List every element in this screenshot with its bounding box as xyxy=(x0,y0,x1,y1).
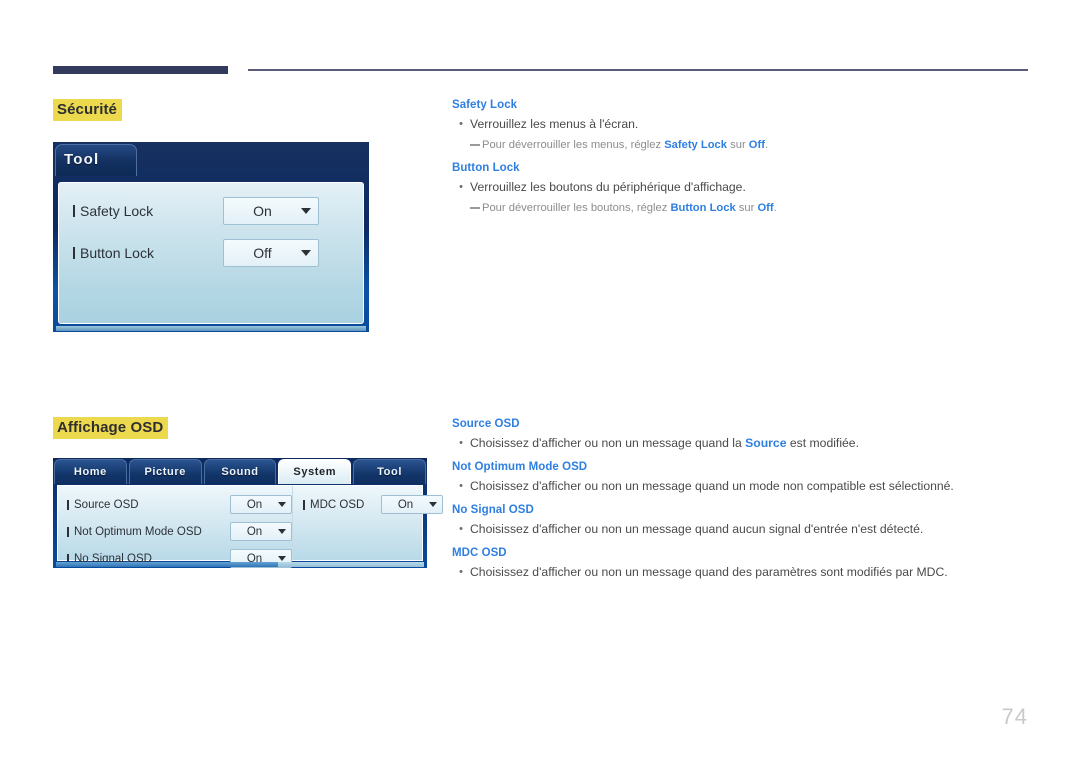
osd-value-safety-lock: On xyxy=(253,203,272,219)
page-title-affichage-osd: Affichage OSD xyxy=(53,417,169,439)
bullet-text-no-signal-osd: Choisissez d'afficher ou non un message … xyxy=(470,522,924,536)
osd-scrollbar-thumb[interactable] xyxy=(56,562,278,567)
osd-label-safety-lock: Safety Lock xyxy=(73,203,223,219)
note-button-bold-2: Off xyxy=(757,202,774,214)
note-safety-bold-1: Safety Lock xyxy=(664,139,728,151)
osd-description-column: Source OSD • Choisissez d'afficher ou no… xyxy=(452,418,1032,585)
osd-tab-tool[interactable]: Tool xyxy=(55,144,137,176)
bullet-dot-icon: • xyxy=(459,480,463,492)
osd-row-not-optimum-mode-osd: Not Optimum Mode OSD On xyxy=(67,522,292,541)
note-text-safety-lock: Pour déverrouiller les menus, réglez Saf… xyxy=(482,137,768,153)
bullet-text-not-optimum-mode-osd: Choisissez d'afficher ou non un message … xyxy=(470,479,954,493)
note-button-bold-1: Button Lock xyxy=(670,202,736,214)
osd-tab-row: Home Picture Sound System Tool xyxy=(53,458,427,484)
osd-select-mdc-osd[interactable]: On xyxy=(381,495,443,514)
note-button-lock: Pour déverrouiller les boutons, réglez B… xyxy=(452,200,1032,216)
osd-row-source-osd: Source OSD On xyxy=(67,495,292,514)
bullet-source-osd: • Choisissez d'afficher ou non un messag… xyxy=(452,435,1032,452)
term-source-osd: Source OSD xyxy=(452,418,520,430)
osd-tab-home[interactable]: Home xyxy=(54,459,127,484)
bullet-not-optimum-mode-osd: • Choisissez d'afficher ou non un messag… xyxy=(452,478,1032,495)
term-mdc-osd: MDC OSD xyxy=(452,547,507,559)
bullet-source-bold: Source xyxy=(745,436,787,450)
chevron-down-icon xyxy=(278,556,286,561)
osd-value-mdc-osd: On xyxy=(397,498,414,511)
chevron-down-icon xyxy=(301,208,311,214)
osd-label-mdc-osd: MDC OSD xyxy=(303,499,381,511)
osd-screenshot-system: Home Picture Sound System Tool Source OS… xyxy=(53,458,443,568)
osd-row-mdc-osd: MDC OSD On xyxy=(303,495,443,514)
note-safety-lock: Pour déverrouiller les menus, réglez Saf… xyxy=(452,137,1032,153)
term-button-lock: Button Lock xyxy=(452,162,520,174)
osd-system-body: Source OSD On Not Optimum Mode OSD On No… xyxy=(57,485,443,568)
osd-right-column: MDC OSD On xyxy=(293,486,443,560)
note-button-mid: sur xyxy=(735,202,758,214)
note-safety-prefix: Pour déverrouiller les menus, réglez xyxy=(482,139,665,151)
osd-left-column: Source OSD On Not Optimum Mode OSD On No… xyxy=(58,486,293,568)
page-number: 74 xyxy=(1001,704,1028,729)
osd-label-button-lock: Button Lock xyxy=(73,245,223,261)
bullet-dot-icon: • xyxy=(459,566,463,578)
note-button-suffix: . xyxy=(773,202,777,214)
osd-tool-footer-bar xyxy=(56,326,366,331)
bullet-source-suffix: est modifiée. xyxy=(786,436,859,450)
osd-screenshot-tool: Tool Safety Lock On Button Lock Off xyxy=(53,142,369,332)
osd-select-not-optimum-mode-osd[interactable]: On xyxy=(230,522,292,541)
osd-row-button-lock: Button Lock Off xyxy=(73,239,349,267)
note-dash-icon xyxy=(470,137,482,147)
bullet-source-prefix: Choisissez d'afficher ou non un message … xyxy=(470,436,746,450)
bullet-dot-icon: • xyxy=(459,118,463,130)
term-no-signal-osd: No Signal OSD xyxy=(452,504,534,516)
osd-select-source-osd[interactable]: On xyxy=(230,495,292,514)
osd-tool-titlebar: Tool xyxy=(53,142,369,178)
page-title-securite: Sécurité xyxy=(53,99,122,121)
chevron-down-icon xyxy=(278,529,286,534)
bullet-dot-icon: • xyxy=(459,181,463,193)
osd-tab-tool[interactable]: Tool xyxy=(353,459,426,484)
osd-value-source-osd: On xyxy=(246,498,263,511)
osd-select-safety-lock[interactable]: On xyxy=(223,197,319,225)
bullet-dot-icon: • xyxy=(459,437,463,449)
note-dash-icon xyxy=(470,200,482,210)
osd-label-source-osd: Source OSD xyxy=(67,499,230,511)
term-safety-lock: Safety Lock xyxy=(452,99,518,111)
chevron-down-icon xyxy=(301,250,311,256)
osd-tab-picture[interactable]: Picture xyxy=(128,459,202,484)
bullet-text-source-osd: Choisissez d'afficher ou non un message … xyxy=(470,435,859,452)
osd-label-not-optimum-mode-osd: Not Optimum Mode OSD xyxy=(67,526,230,538)
bullet-button-lock: • Verrouillez les boutons du périphériqu… xyxy=(452,179,1032,196)
note-safety-suffix: . xyxy=(764,139,769,151)
bullet-mdc-osd: • Choisissez d'afficher ou non un messag… xyxy=(452,564,1032,581)
bullet-text-safety-lock: Verrouillez les menus à l'écran. xyxy=(470,117,639,131)
osd-select-button-lock[interactable]: Off xyxy=(223,239,319,267)
bullet-text-button-lock: Verrouillez les boutons du périphérique … xyxy=(470,180,746,194)
osd-value-button-lock: Off xyxy=(253,245,272,261)
header-accent-bar xyxy=(53,66,228,74)
bullet-safety-lock: • Verrouillez les menus à l'écran. xyxy=(452,116,1032,133)
note-button-prefix: Pour déverrouiller les boutons, réglez xyxy=(482,202,671,214)
term-not-optimum-mode-osd: Not Optimum Mode OSD xyxy=(452,461,588,473)
header-rule-line xyxy=(248,69,1028,71)
osd-value-not-optimum-mode-osd: On xyxy=(246,525,263,538)
osd-tab-sound[interactable]: Sound xyxy=(203,459,277,484)
osd-tab-system[interactable]: System xyxy=(278,459,352,484)
bullet-no-signal-osd: • Choisissez d'afficher ou non un messag… xyxy=(452,521,1032,538)
chevron-down-icon xyxy=(429,502,437,507)
chevron-down-icon xyxy=(278,502,286,507)
osd-row-safety-lock: Safety Lock On xyxy=(73,197,349,225)
osd-tool-body: Safety Lock On Button Lock Off xyxy=(58,182,364,324)
note-safety-mid: sur xyxy=(727,139,749,151)
note-safety-bold-2: Off xyxy=(748,139,765,151)
bullet-text-mdc-osd: Choisissez d'afficher ou non un message … xyxy=(470,565,948,579)
security-description-column: Safety Lock • Verrouillez les menus à l'… xyxy=(452,99,1032,221)
note-text-button-lock: Pour déverrouiller les boutons, réglez B… xyxy=(482,200,777,216)
bullet-dot-icon: • xyxy=(459,523,463,535)
